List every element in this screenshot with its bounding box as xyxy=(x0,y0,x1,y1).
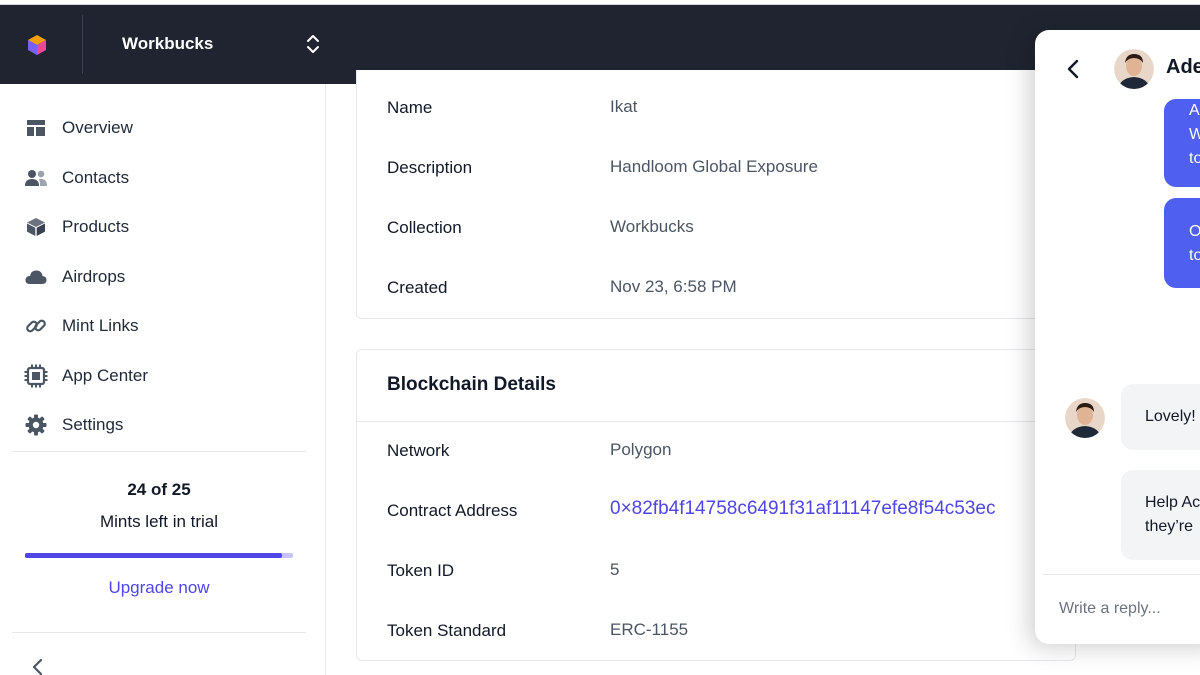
blockchain-details-card: Blockchain Details Network Polygon Contr… xyxy=(356,349,1076,661)
chat-message-outgoing: A W to xyxy=(1164,99,1200,187)
sidebar-item-label: Contacts xyxy=(62,168,130,187)
row-value-created: Nov 23, 6:58 PM xyxy=(610,277,737,296)
message-line: they’re xyxy=(1145,518,1194,535)
sidebar-item-settings[interactable]: Settings xyxy=(24,410,304,440)
message-line: A xyxy=(1189,102,1200,119)
sidebar-item-label: Airdrops xyxy=(62,267,126,286)
gear-icon xyxy=(24,413,48,437)
sidebar-item-label: Settings xyxy=(62,415,124,434)
row-label-network: Network xyxy=(387,441,450,460)
chat-message-outgoing: O to xyxy=(1164,198,1200,288)
avatar[interactable] xyxy=(1114,49,1154,89)
trial-text: Mints left in trial xyxy=(99,512,219,531)
cube-icon xyxy=(24,215,48,239)
sidebar-item-app-center[interactable]: App Center xyxy=(24,361,304,391)
row-label-collection: Collection xyxy=(387,218,462,237)
sidebar-item-overview[interactable]: Overview xyxy=(24,113,304,143)
row-value-description: Handloom Global Exposure xyxy=(610,157,818,176)
message-line: Help Ac xyxy=(1145,494,1200,511)
chip-icon xyxy=(24,364,48,388)
chevron-left-icon[interactable] xyxy=(1065,58,1081,80)
sidebar-divider xyxy=(12,451,306,452)
chevron-up-down-icon[interactable] xyxy=(304,32,322,56)
row-label-created: Created xyxy=(387,278,448,297)
topbar-divider xyxy=(82,15,83,74)
chat-contact-name: Ade xyxy=(1166,56,1200,78)
row-value-network: Polygon xyxy=(610,440,672,459)
sidebar-item-products[interactable]: Products xyxy=(24,212,304,242)
users-icon xyxy=(24,166,48,190)
workspace-name[interactable]: Workbucks xyxy=(122,34,213,54)
chat-divider xyxy=(1043,574,1200,575)
message-line: Lovely! xyxy=(1145,408,1196,425)
link-icon xyxy=(24,314,48,338)
message-line: to xyxy=(1189,247,1200,264)
row-label-description: Description xyxy=(387,158,473,177)
avatar xyxy=(1065,398,1105,438)
chat-message-incoming: Lovely! xyxy=(1121,384,1200,450)
row-label-token-standard: Token Standard xyxy=(387,621,507,640)
upgrade-now-link[interactable]: Upgrade now xyxy=(0,578,318,598)
sidebar-item-contacts[interactable]: Contacts xyxy=(24,163,304,193)
row-label-contract-address: Contract Address xyxy=(387,501,518,520)
card-header: Blockchain Details xyxy=(357,350,1075,422)
sidebar-item-label: App Center xyxy=(62,366,148,385)
sidebar-divider xyxy=(12,632,306,633)
chat-panel: Ade A W to O to Lovely! Help Ac they’re xyxy=(1035,30,1200,644)
blockchain-details-title: Blockchain Details xyxy=(387,374,556,395)
row-value-token-id: 5 xyxy=(610,560,620,579)
message-line: O xyxy=(1189,223,1200,240)
trial-progress-bar xyxy=(25,553,293,558)
nft-details-card: Name Ikat Description Handloom Global Ex… xyxy=(356,70,1076,319)
trial-progress-fill xyxy=(25,553,283,558)
sidebar-item-mint-links[interactable]: Mint Links xyxy=(24,311,304,341)
sidebar: Overview Contacts Products Airdrops Mint… xyxy=(0,84,326,675)
sidebar-item-airdrops[interactable]: Airdrops xyxy=(24,262,304,292)
row-value-name: Ikat xyxy=(610,97,638,116)
row-value-collection: Workbucks xyxy=(610,217,694,236)
row-value-token-standard: ERC-1155 xyxy=(610,620,689,639)
layout-icon xyxy=(24,116,48,140)
cloud-icon xyxy=(24,265,48,289)
sidebar-item-label: Mint Links xyxy=(62,316,139,335)
row-label-name: Name xyxy=(387,98,433,117)
reply-input[interactable] xyxy=(1059,592,1200,626)
contract-address-link[interactable]: 0×82fb4f14758c6491f31af11147efe8f54c53ec xyxy=(610,498,995,520)
message-line: W xyxy=(1189,126,1200,143)
message-line: to xyxy=(1189,150,1200,167)
sidebar-item-label: Products xyxy=(62,217,130,236)
chevron-left-icon[interactable] xyxy=(30,658,46,675)
row-label-token-id: Token ID xyxy=(387,561,455,580)
trial-count: 24 of 25 xyxy=(127,480,191,499)
chat-message-incoming: Help Ac they’re xyxy=(1121,470,1200,560)
sidebar-item-label: Overview xyxy=(62,118,133,137)
logo-cube-icon[interactable] xyxy=(26,34,48,56)
